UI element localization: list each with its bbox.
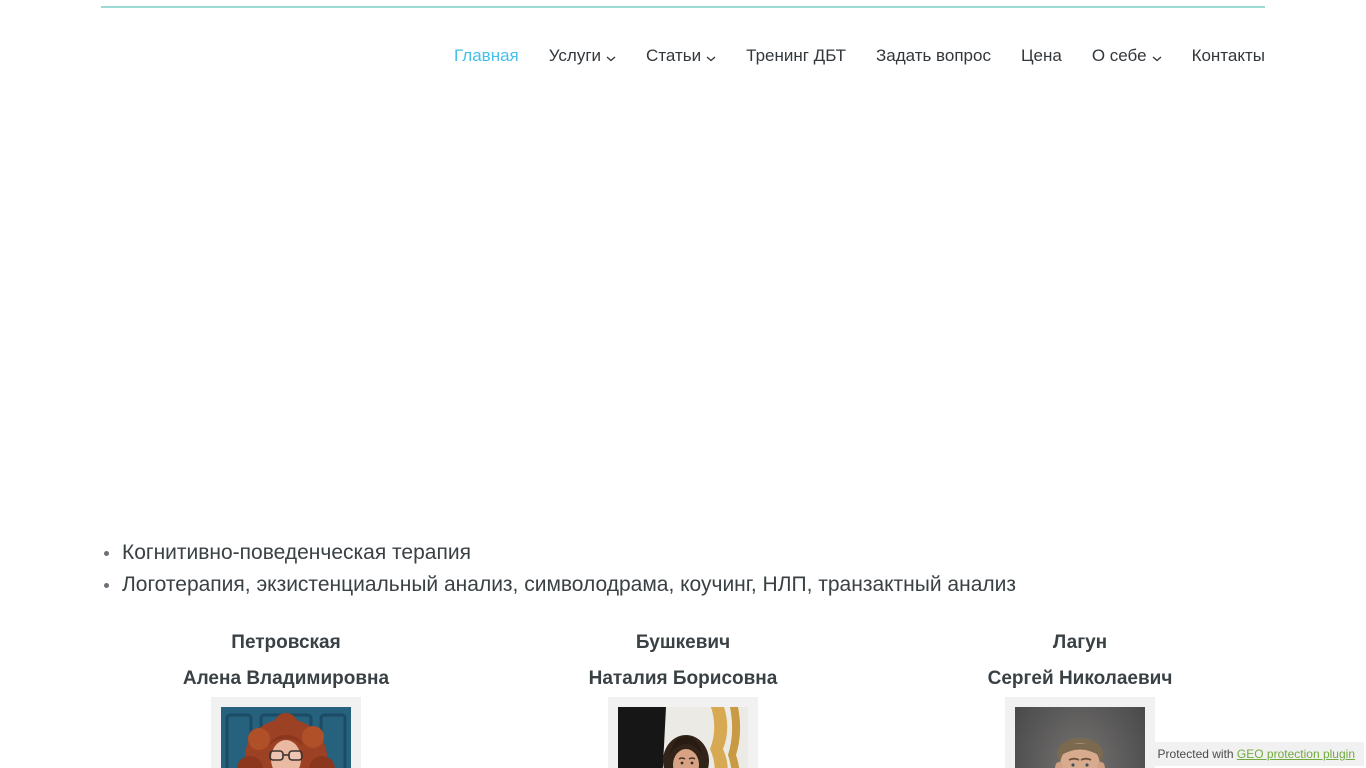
nav-item-home[interactable]: Главная xyxy=(454,46,519,66)
member-given-name: Сергей Николаевич xyxy=(987,668,1173,689)
member-given-name: Алена Владимировна xyxy=(182,668,390,689)
portrait-photo-illustration xyxy=(221,707,351,768)
nav-label: Цена xyxy=(1020,45,1062,65)
hero-slider-empty xyxy=(101,67,1265,527)
nav-label: Статьи xyxy=(646,45,702,65)
team-section: Петровская Алена Владимировна Бушкевич Н… xyxy=(101,625,1265,768)
nav-item-about[interactable]: О себе xyxy=(1092,44,1162,67)
chevron-down-icon xyxy=(1152,47,1162,67)
nav-label: Контакты xyxy=(1191,45,1265,65)
main-nav: Главная Услуги Статьи Тренинг ДБТ Задать… xyxy=(101,44,1265,67)
member-photo xyxy=(211,697,361,768)
member-photo xyxy=(608,697,758,768)
nav-label: Главная xyxy=(454,45,519,65)
services-list: Когнитивно-поведенческая терапия Логотер… xyxy=(101,537,1265,601)
main-content: Когнитивно-поведенческая терапия Логотер… xyxy=(101,67,1265,768)
portrait-photo-illustration xyxy=(618,707,748,768)
services-list-item: Когнитивно-поведенческая терапия xyxy=(101,537,1265,569)
nav-item-services[interactable]: Услуги xyxy=(549,44,616,67)
member-photo xyxy=(1005,697,1155,768)
nav-item-contacts[interactable]: Контакты xyxy=(1192,46,1265,66)
portrait-photo-illustration xyxy=(1015,707,1145,768)
team-member-petrovskaya: Петровская Алена Владимировна xyxy=(101,625,471,768)
nav-label: Услуги xyxy=(548,45,602,65)
nav-item-price[interactable]: Цена xyxy=(1021,46,1062,66)
services-list-item: Логотерапия, экзистенциальный анализ, си… xyxy=(101,569,1265,601)
nav-item-dbt-training[interactable]: Тренинг ДБТ xyxy=(746,46,846,66)
member-surname: Лагун xyxy=(1052,632,1108,653)
geo-protection-badge: Protected with GEO protection plugin xyxy=(1148,742,1364,766)
geo-badge-text: Protected with xyxy=(1157,747,1237,761)
geo-protection-plugin-link[interactable]: GEO protection plugin xyxy=(1237,747,1355,761)
chevron-down-icon xyxy=(706,47,716,67)
chevron-down-icon xyxy=(606,47,616,67)
member-name: Петровская Алена Владимировна xyxy=(101,625,471,697)
nav-label: О себе xyxy=(1091,45,1147,65)
member-given-name: Наталия Борисовна xyxy=(588,668,778,689)
site-header: Главная Услуги Статьи Тренинг ДБТ Задать… xyxy=(101,6,1265,67)
member-surname: Бушкевич xyxy=(635,632,731,653)
member-surname: Петровская xyxy=(231,632,341,653)
member-name: Бушкевич Наталия Борисовна xyxy=(498,625,868,697)
nav-item-articles[interactable]: Статьи xyxy=(646,44,716,67)
nav-label: Тренинг ДБТ xyxy=(746,45,846,65)
nav-item-ask-question[interactable]: Задать вопрос xyxy=(876,46,991,66)
nav-label: Задать вопрос xyxy=(875,45,991,65)
team-member-bushkevich: Бушкевич Наталия Борисовна xyxy=(498,625,868,768)
member-name: Лагун Сергей Николаевич xyxy=(895,625,1265,697)
